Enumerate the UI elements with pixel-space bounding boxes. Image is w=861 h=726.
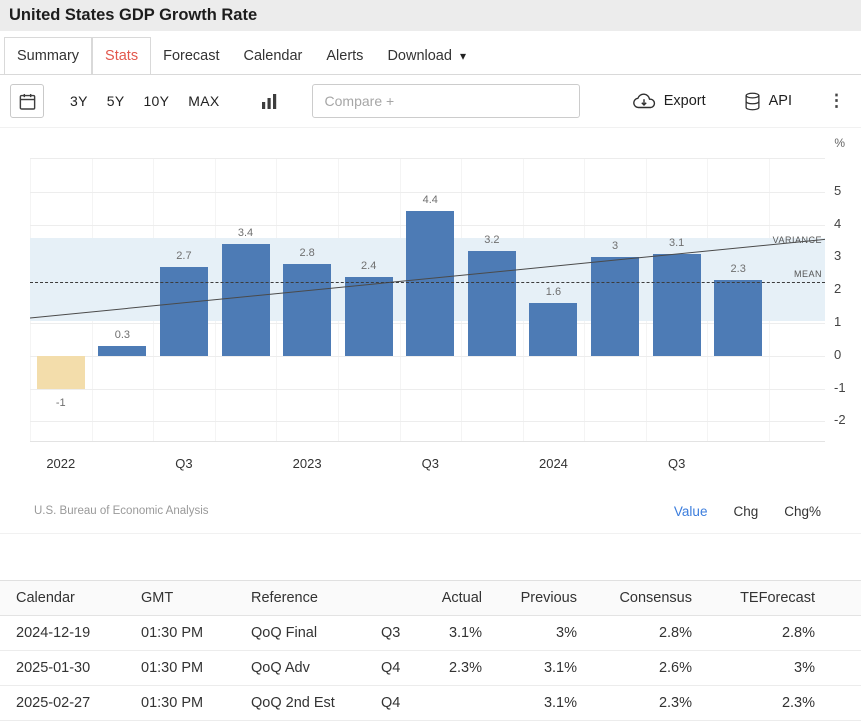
- plot-area: -10.32.73.42.82.44.43.21.633.12.3MEANVAR…: [30, 158, 825, 442]
- table-cell: 3%: [482, 616, 577, 651]
- table-cell: 3%: [692, 651, 861, 686]
- tab-download[interactable]: Download ▾: [375, 37, 478, 74]
- table-cell: [410, 686, 482, 721]
- compare-input[interactable]: [312, 84, 580, 118]
- table-cell: Q3: [365, 616, 410, 651]
- cloud-download-icon: [632, 93, 656, 110]
- table-cell: 3.1%: [482, 651, 577, 686]
- table-cell: 01:30 PM: [125, 651, 235, 686]
- col-header-gmt: GMT: [125, 581, 235, 616]
- tab-alerts[interactable]: Alerts: [314, 37, 375, 74]
- tab-summary[interactable]: Summary: [4, 37, 92, 74]
- table-cell: 2.3%: [577, 686, 692, 721]
- y-axis-unit: %: [834, 136, 845, 150]
- tab-label: Calendar: [244, 48, 303, 64]
- mean-label: MEAN: [794, 269, 822, 279]
- calendar-table: CalendarGMTReference ActualPreviousConsen…: [0, 580, 861, 721]
- tab-stats[interactable]: Stats: [92, 37, 151, 74]
- tab-label: Alerts: [326, 48, 363, 64]
- table-header-row: CalendarGMTReference ActualPreviousConsen…: [0, 581, 861, 616]
- calendar-icon: [18, 92, 37, 111]
- chart-mode-links: Value Chg Chg%: [648, 504, 821, 519]
- page-title: United States GDP Growth Rate: [0, 0, 861, 31]
- y-axis-tick-label: 0: [834, 347, 841, 362]
- table-cell: 3.1%: [482, 686, 577, 721]
- col-header-reference: Reference: [235, 581, 365, 616]
- export-button[interactable]: Export: [632, 93, 706, 110]
- y-axis-tick-label: 2: [834, 281, 841, 296]
- tab-label: Download: [387, 48, 452, 64]
- table-row: 2025-02-2701:30 PMQoQ 2nd EstQ43.1%2.3%2…: [0, 686, 861, 721]
- range-selector: 3Y 5Y 10Y MAX: [70, 93, 239, 109]
- table-cell: 2.6%: [577, 651, 692, 686]
- y-axis-tick-label: 4: [834, 216, 841, 231]
- table-cell: QoQ Adv: [235, 651, 365, 686]
- calendar-button[interactable]: [10, 84, 44, 118]
- table-cell: 2.3%: [410, 651, 482, 686]
- x-axis-tick-label: 2022: [39, 456, 83, 471]
- table-cell: 2025-02-27: [0, 686, 125, 721]
- x-axis-tick-label: Q3: [655, 456, 699, 471]
- table-cell: 3.1%: [410, 616, 482, 651]
- kebab-menu-icon[interactable]: ⋮: [822, 91, 851, 111]
- x-axis-tick-label: 2024: [531, 456, 575, 471]
- database-icon: [744, 92, 761, 111]
- y-axis-tick-label: 5: [834, 183, 841, 198]
- table-cell: Q4: [365, 686, 410, 721]
- tab-bar: Summary Stats Forecast Calendar Alerts Downlo…: [0, 31, 861, 75]
- col-header-previous: Previous: [482, 581, 577, 616]
- api-button[interactable]: API: [744, 92, 792, 111]
- chart-source: U.S. Bureau of Economic Analysis: [34, 505, 209, 517]
- range-10y[interactable]: 10Y: [143, 93, 169, 109]
- mode-link-chg[interactable]: Chg: [733, 504, 758, 519]
- toolbar-right-group: Export API ⋮: [594, 91, 851, 111]
- range-3y[interactable]: 3Y: [70, 93, 88, 109]
- chart-type-button[interactable]: [261, 93, 278, 110]
- x-axis-tick-label: 2023: [285, 456, 329, 471]
- tab-forecast[interactable]: Forecast: [151, 37, 231, 74]
- table-row: 2024-12-1901:30 PMQoQ FinalQ33.1%3%2.8%2…: [0, 616, 861, 651]
- gdp-growth-chart: % -10.32.73.42.82.44.43.21.633.12.3MEANV…: [0, 127, 861, 534]
- api-label: API: [769, 93, 792, 109]
- x-axis-tick-label: Q3: [162, 456, 206, 471]
- col-header-actual: Actual: [410, 581, 482, 616]
- x-axis-tick-label: Q3: [408, 456, 452, 471]
- col-header-consensus: Consensus: [577, 581, 692, 616]
- caret-down-icon: ▾: [460, 49, 466, 63]
- y-axis-tick-label: -1: [834, 380, 846, 395]
- table-cell: QoQ Final: [235, 616, 365, 651]
- tab-label: Stats: [105, 48, 138, 64]
- mode-link-value[interactable]: Value: [674, 504, 708, 519]
- variance-label: VARIANCE: [773, 235, 822, 245]
- chart-toolbar: 3Y 5Y 10Y MAX Export API: [0, 75, 861, 127]
- export-label: Export: [664, 93, 706, 109]
- trend-line: [30, 159, 825, 441]
- mean-line: [30, 282, 825, 283]
- range-max[interactable]: MAX: [188, 93, 219, 109]
- table-cell: 2.3%: [692, 686, 861, 721]
- table-cell: 2.8%: [692, 616, 861, 651]
- bar-chart-icon: [261, 93, 278, 110]
- y-axis-tick-label: -2: [834, 412, 846, 427]
- col-header-empty: [365, 581, 410, 616]
- table-cell: 01:30 PM: [125, 616, 235, 651]
- table-row: 2025-01-3001:30 PMQoQ AdvQ42.3%3.1%2.6%3…: [0, 651, 861, 686]
- col-header-calendar: Calendar: [0, 581, 125, 616]
- table-cell: 2025-01-30: [0, 651, 125, 686]
- col-header-teforecast: TEForecast: [692, 581, 861, 616]
- y-axis-tick-label: 3: [834, 248, 841, 263]
- page-title-text: United States GDP Growth Rate: [9, 6, 257, 24]
- table-cell: Q4: [365, 651, 410, 686]
- table-cell: 01:30 PM: [125, 686, 235, 721]
- table-cell: 2.8%: [577, 616, 692, 651]
- table-cell: QoQ 2nd Est: [235, 686, 365, 721]
- table-cell: 2024-12-19: [0, 616, 125, 651]
- range-5y[interactable]: 5Y: [107, 93, 125, 109]
- y-axis-tick-label: 1: [834, 314, 841, 329]
- tab-calendar[interactable]: Calendar: [232, 37, 315, 74]
- mode-link-chgpct[interactable]: Chg%: [784, 504, 821, 519]
- tab-label: Summary: [17, 48, 79, 64]
- tab-label: Forecast: [163, 48, 219, 64]
